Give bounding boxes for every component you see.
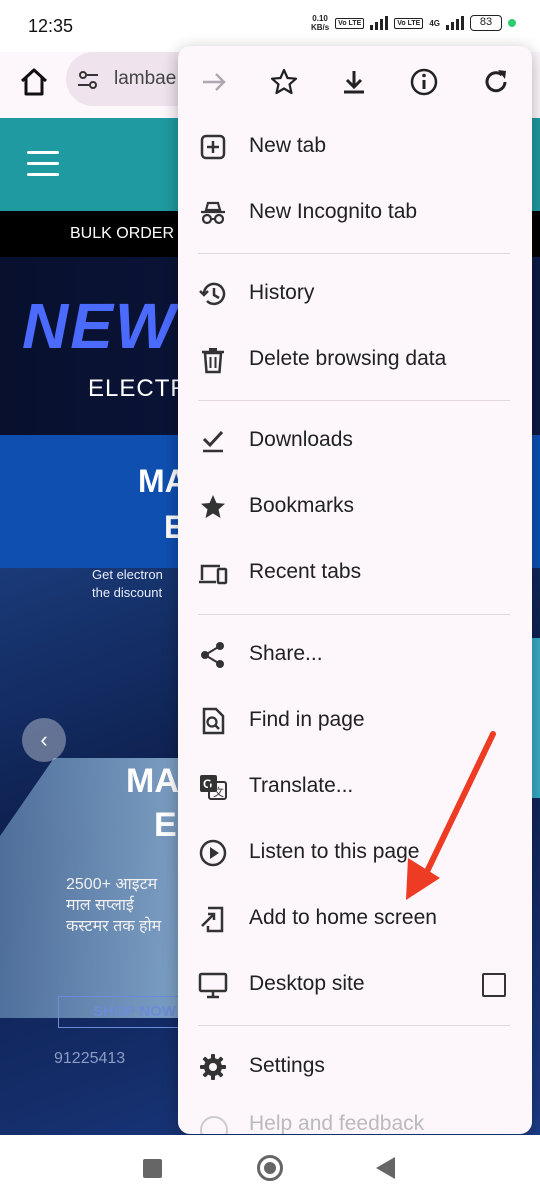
menu-divider: [198, 614, 510, 615]
back-icon[interactable]: [376, 1157, 395, 1179]
menu-item-listen-to-this-page[interactable]: Listen to this page: [178, 820, 532, 886]
menu-label: Translate...: [249, 774, 354, 797]
forward-icon[interactable]: [198, 66, 230, 98]
hamburger-menu-icon[interactable]: [27, 151, 59, 184]
menu-item-delete-browsing-data[interactable]: Delete browsing data: [178, 327, 532, 393]
desktop-site-checkbox[interactable]: [482, 973, 506, 997]
play-circle-icon: [198, 838, 228, 868]
new-tab-icon: [198, 132, 228, 162]
phone-number: 91225413: [54, 1050, 126, 1067]
menu-label: Share...: [249, 642, 323, 665]
downloads-check-icon: [198, 426, 228, 456]
menu-divider: [198, 253, 510, 254]
menu-label: New Incognito tab: [249, 200, 418, 223]
clock: 12:35: [28, 16, 74, 36]
menu-item-new-tab[interactable]: New tab: [178, 114, 532, 180]
status-icons: 0.10 KB/s Vo LTE Vo LTE 4G 83: [311, 14, 516, 32]
bulk-order-text: BULK ORDER: [70, 225, 175, 242]
battery-icon: 83: [470, 15, 502, 31]
menu-item-recent-tabs[interactable]: Recent tabs: [178, 540, 532, 606]
privacy-dot-icon: [508, 19, 516, 27]
signal-icon-2: [446, 16, 464, 30]
slider-prev-button[interactable]: ‹: [22, 718, 66, 762]
menu-item-downloads[interactable]: Downloads: [178, 408, 532, 474]
monitor-icon: [198, 970, 228, 1000]
find-in-page-icon: [198, 706, 228, 736]
share-icon: [198, 640, 228, 670]
translate-icon: G文: [198, 772, 228, 802]
menu-label: New tab: [249, 134, 327, 157]
trash-icon: [198, 345, 228, 375]
home-icon[interactable]: [16, 64, 52, 100]
devices-icon: [198, 558, 228, 588]
shop-now-button[interactable]: SHOP NOW: [58, 996, 180, 1028]
menu-label: Listen to this page: [249, 840, 420, 863]
home-button-icon[interactable]: [257, 1155, 283, 1181]
svg-text:G: G: [203, 777, 212, 791]
history-icon: [198, 279, 228, 309]
system-nav-bar: [0, 1135, 540, 1200]
slide-line-1: MA: [126, 762, 179, 800]
menu-divider: [198, 1025, 510, 1026]
hero-subheadline: ELECTR: [88, 375, 189, 402]
add-to-home-icon: [198, 904, 228, 934]
menu-item-new-incognito-tab[interactable]: New Incognito tab: [178, 180, 532, 246]
volte-badge-2: Vo LTE: [394, 17, 424, 29]
menu-action-row: [178, 46, 532, 118]
menu-label: Recent tabs: [249, 560, 362, 583]
star-icon: [198, 492, 228, 522]
menu-label: Find in page: [249, 708, 365, 731]
menu-item-history[interactable]: History: [178, 261, 532, 327]
menu-divider: [198, 400, 510, 401]
info-icon[interactable]: [408, 66, 440, 98]
menu-label: Add to home screen: [249, 906, 437, 929]
help-icon: [200, 1116, 228, 1134]
signal-icon: [370, 16, 389, 30]
menu-label: Desktop site: [249, 972, 365, 995]
slide-line-2: E: [154, 806, 177, 844]
menu-item-help-and-feedback[interactable]: Help and feedback: [178, 1112, 532, 1134]
volte-badge: Vo LTE: [335, 17, 365, 29]
menu-item-find-in-page[interactable]: Find in page: [178, 688, 532, 754]
menu-item-bookmarks[interactable]: Bookmarks: [178, 474, 532, 540]
menu-item-settings[interactable]: Settings: [178, 1034, 532, 1100]
menu-label: Help and feedback: [249, 1112, 425, 1134]
menu-label: Downloads: [249, 428, 353, 451]
recents-icon[interactable]: [143, 1159, 162, 1178]
network-type: 4G: [429, 18, 440, 28]
bookmark-star-icon[interactable]: [268, 66, 300, 98]
svg-text:文: 文: [213, 785, 224, 799]
menu-label: Delete browsing data: [249, 347, 447, 370]
menu-item-desktop-site[interactable]: Desktop site: [178, 952, 532, 1018]
download-icon[interactable]: [338, 66, 370, 98]
menu-label: Bookmarks: [249, 494, 355, 517]
incognito-icon: [198, 198, 228, 228]
slide-description: 2500+ आइटम माल सप्लाई कस्टमर तक होम: [66, 876, 162, 935]
menu-label: Settings: [249, 1054, 325, 1077]
menu-item-translate[interactable]: G文 Translate...: [178, 754, 532, 820]
menu-item-add-to-home-screen[interactable]: Add to home screen: [178, 886, 532, 952]
refresh-icon[interactable]: [480, 66, 512, 98]
menu-item-share[interactable]: Share...: [178, 622, 532, 688]
status-bar: 12:35 0.10 KB/s Vo LTE Vo LTE 4G 83: [0, 0, 540, 52]
banner-text: Get electron the discount: [92, 567, 163, 600]
menu-label: History: [249, 281, 315, 304]
network-speed: 0.10 KB/s: [310, 14, 330, 32]
url-text: lambae: [114, 68, 177, 89]
gear-icon: [198, 1052, 228, 1082]
tune-icon[interactable]: [76, 68, 100, 92]
overflow-menu: New tab New Incognito tab History Delete…: [178, 46, 532, 1134]
